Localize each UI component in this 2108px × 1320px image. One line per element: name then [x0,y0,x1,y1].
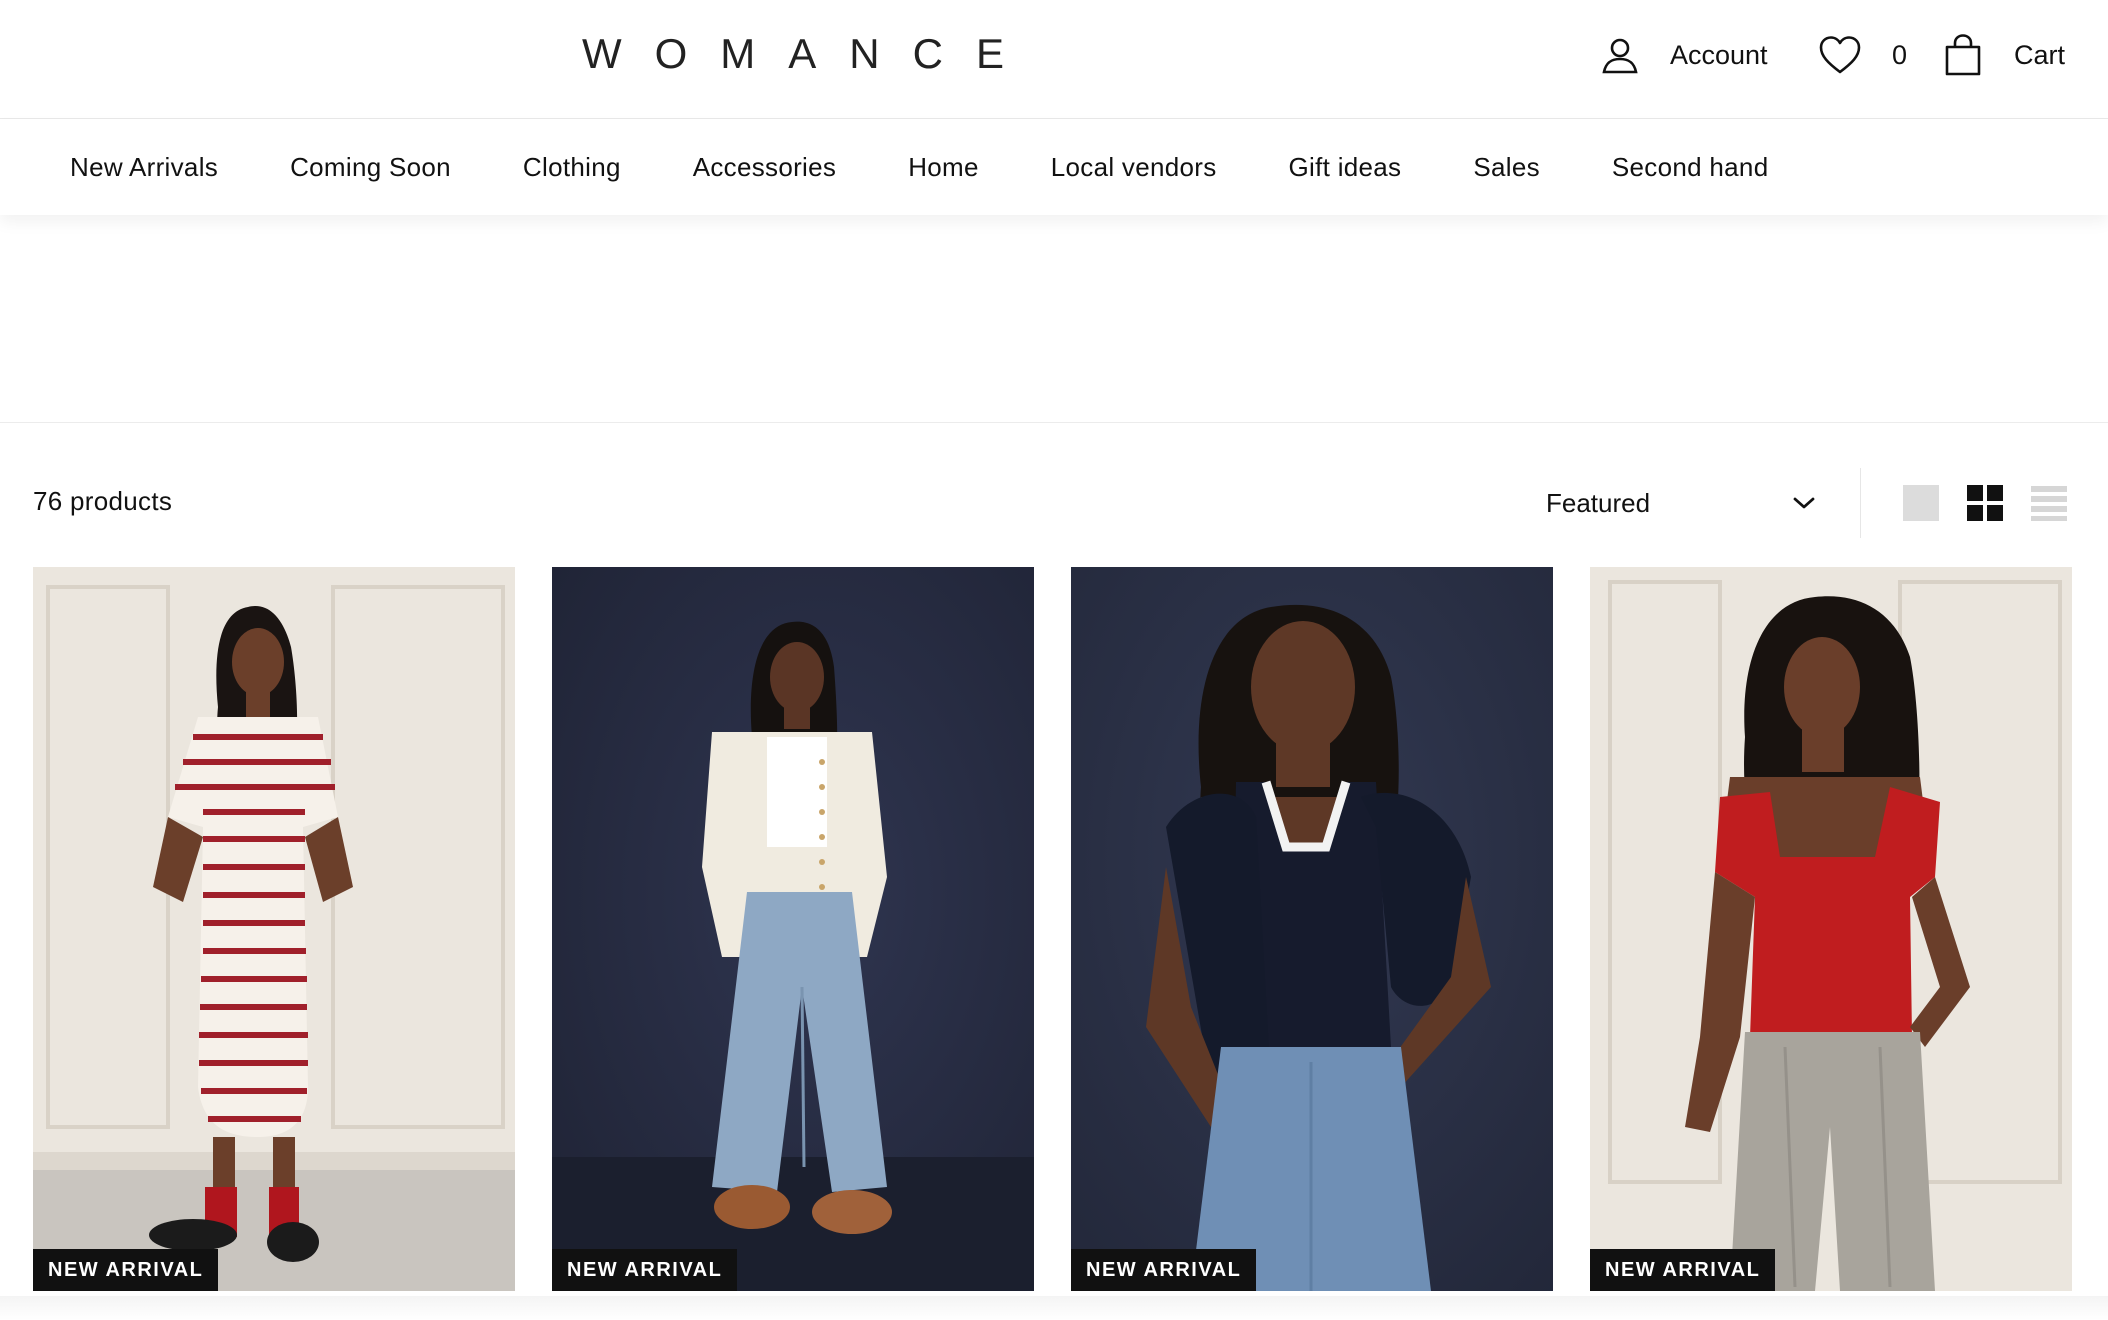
product-image[interactable] [552,567,1034,1291]
nav-item-sales[interactable]: Sales [1473,152,1540,183]
grid-view-icon [1967,485,2003,521]
main-navigation: New Arrivals Coming Soon Clothing Access… [0,119,2108,215]
wishlist-link[interactable]: 0 [1818,28,1907,82]
nav-item-coming-soon[interactable]: Coming Soon [290,152,451,183]
grid-view-button[interactable] [1966,484,2004,522]
new-arrival-badge: NEW ARRIVAL [1590,1249,1776,1291]
nav-item-accessories[interactable]: Accessories [693,152,836,183]
product-image[interactable] [33,567,515,1291]
product-image[interactable] [1071,567,1553,1291]
nav-item-clothing[interactable]: Clothing [523,152,621,183]
nav-item-local-vendors[interactable]: Local vendors [1051,152,1217,183]
product-card[interactable]: NEW ARRIVAL [1071,567,1553,1291]
product-count: 76 products [33,486,173,516]
list-view-button[interactable] [2030,484,2068,522]
new-arrival-badge: NEW ARRIVAL [1071,1249,1257,1291]
sort-selected-value: Featured [1546,487,1651,518]
user-icon [1600,35,1640,75]
cart-label: Cart [2014,39,2066,70]
heart-icon [1818,35,1862,75]
wishlist-count: 0 [1892,39,1908,70]
nav-item-second-hand[interactable]: Second hand [1612,152,1769,183]
product-card[interactable]: NEW ARRIVAL [33,567,515,1291]
site-logo[interactable]: WOMANCE [0,30,1586,78]
large-view-icon [1903,485,1939,521]
sort-select[interactable]: Featured [1546,470,1816,536]
product-image[interactable] [1590,567,2072,1291]
new-arrival-badge: NEW ARRIVAL [552,1249,738,1291]
nav-item-gift-ideas[interactable]: Gift ideas [1289,152,1402,183]
product-card[interactable]: NEW ARRIVAL [552,567,1034,1291]
list-view-icon [2031,486,2067,521]
site-header: WOMANCE Account 0 Cart [0,0,2108,119]
section-divider [0,422,2108,423]
account-link[interactable]: Account [1600,28,1768,82]
cart-link[interactable]: Cart [1944,28,2065,82]
page-bottom-edge [0,1296,2108,1320]
nav-item-home[interactable]: Home [908,152,979,183]
chevron-down-icon [1792,496,1816,510]
product-grid: NEW ARRIVAL NEW ARRIVAL NEW ARRIVAL NEW … [33,567,2073,1291]
account-label: Account [1670,39,1768,70]
shopping-bag-icon [1944,33,1982,77]
large-view-button[interactable] [1902,484,1940,522]
toolbar-separator [1860,468,1861,538]
product-card[interactable]: NEW ARRIVAL [1590,567,2072,1291]
nav-item-new-arrivals[interactable]: New Arrivals [70,152,218,183]
new-arrival-badge: NEW ARRIVAL [33,1249,219,1291]
